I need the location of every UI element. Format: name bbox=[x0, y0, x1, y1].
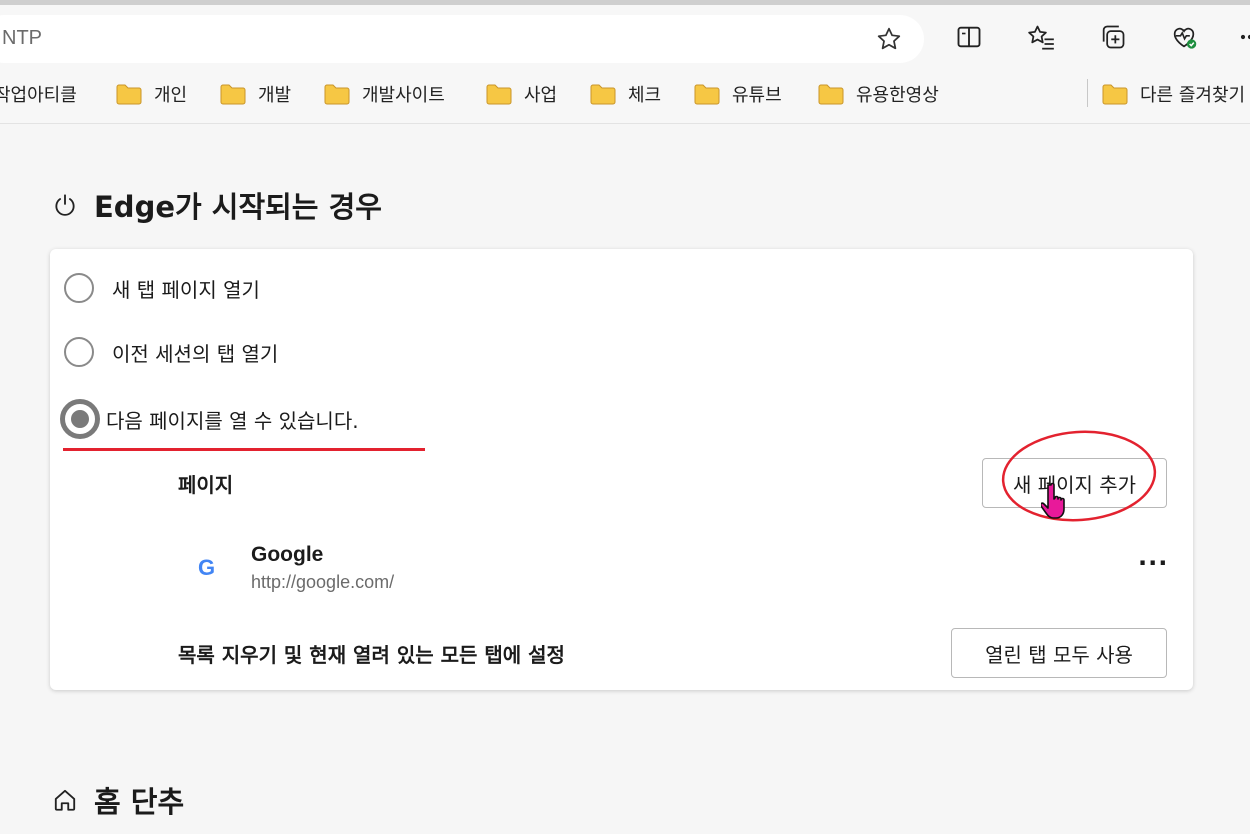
google-favicon-icon: G bbox=[198, 555, 216, 580]
collections-icon[interactable] bbox=[1099, 23, 1127, 51]
bookmark-folder[interactable]: 개발사이트 bbox=[324, 81, 445, 107]
power-icon bbox=[55, 194, 75, 216]
radio-button[interactable] bbox=[64, 273, 94, 303]
folder-icon bbox=[324, 84, 350, 105]
more-options-icon[interactable] bbox=[1236, 23, 1250, 51]
folder-icon bbox=[116, 84, 142, 105]
folder-icon bbox=[220, 84, 246, 105]
bookmark-label: 작업아티클 bbox=[0, 85, 77, 106]
page-more-button[interactable]: ··· bbox=[1138, 549, 1168, 577]
bookmark-label: 개인 bbox=[154, 85, 188, 106]
bookmark-label: 유용한영상 bbox=[856, 85, 939, 106]
page-url: http://google.com/ bbox=[251, 572, 395, 592]
browser-toolbar: NTP bbox=[0, 5, 1250, 67]
option-previous-session[interactable]: 이전 세션의 탭 열기 bbox=[64, 337, 278, 367]
home-button-section-title: 홈 단추 bbox=[52, 779, 184, 821]
pages-label: 페이지 bbox=[178, 473, 234, 497]
clear-list-label: 목록 지우기 및 현재 열려 있는 모든 탭에 설정 bbox=[178, 643, 565, 667]
other-favorites-folder[interactable]: 다른 즐겨찾기 bbox=[1102, 81, 1245, 107]
option-label: 새 탭 페이지 열기 bbox=[112, 277, 260, 302]
bookmark-label: 유튜브 bbox=[732, 85, 782, 106]
highlight-circle bbox=[1001, 430, 1157, 522]
favorites-bar: 작업아티클 개인 개발 개발사이트 사업 체크 유튜브 유용한영상 다른 즐겨찾… bbox=[0, 67, 1250, 124]
home-icon bbox=[54, 789, 76, 811]
highlight-underline bbox=[63, 448, 425, 451]
bookmark-folder[interactable]: 유튜브 bbox=[694, 81, 782, 107]
favorite-star-icon[interactable] bbox=[876, 26, 902, 52]
bookmark-folder[interactable]: 유용한영상 bbox=[818, 81, 939, 107]
radio-button[interactable] bbox=[64, 337, 94, 367]
browser-essentials-icon[interactable] bbox=[1170, 23, 1198, 51]
split-screen-icon[interactable] bbox=[955, 23, 983, 51]
favorites-icon[interactable] bbox=[1027, 23, 1055, 51]
bookmark-label: 체크 bbox=[628, 85, 662, 106]
home-title-text: 홈 단추 bbox=[94, 785, 185, 819]
bookmark-label: 개발 bbox=[258, 85, 292, 106]
folder-icon bbox=[1102, 84, 1128, 105]
hand-cursor-icon bbox=[1041, 482, 1065, 519]
address-bar[interactable]: NTP bbox=[0, 15, 924, 63]
bookmark-label: 개발사이트 bbox=[362, 85, 445, 106]
option-new-tab[interactable]: 새 탭 페이지 열기 bbox=[64, 273, 260, 303]
startup-section-title: Edge가 시작되는 경우 bbox=[52, 184, 382, 226]
bookmark-label: 다른 즐겨찾기 bbox=[1140, 85, 1246, 106]
option-label: 다음 페이지를 열 수 있습니다. bbox=[106, 408, 359, 433]
bookmark-folder[interactable]: 사업 bbox=[486, 81, 557, 107]
use-all-open-tabs-button[interactable]: 열린 탭 모두 사용 bbox=[951, 628, 1167, 678]
folder-icon bbox=[818, 84, 844, 105]
bookmark-folder[interactable]: 개인 bbox=[116, 81, 187, 107]
folder-icon bbox=[694, 84, 720, 105]
folder-icon bbox=[486, 84, 512, 105]
folder-icon bbox=[590, 84, 616, 105]
bookmark-folder[interactable]: 작업아티클 bbox=[0, 81, 77, 107]
page-name: Google bbox=[251, 543, 324, 566]
startup-title-text: Edge가 시작되는 경우 bbox=[94, 190, 382, 224]
address-text: NTP bbox=[2, 27, 42, 49]
radio-button-selected[interactable] bbox=[60, 399, 100, 439]
bookmark-folder[interactable]: 체크 bbox=[590, 81, 661, 107]
favorites-separator bbox=[1087, 79, 1088, 107]
bookmark-folder[interactable]: 개발 bbox=[220, 81, 291, 107]
option-open-pages[interactable]: 다음 페이지를 열 수 있습니다. bbox=[60, 399, 359, 439]
option-label: 이전 세션의 탭 열기 bbox=[112, 341, 279, 366]
bookmark-label: 사업 bbox=[524, 85, 558, 106]
